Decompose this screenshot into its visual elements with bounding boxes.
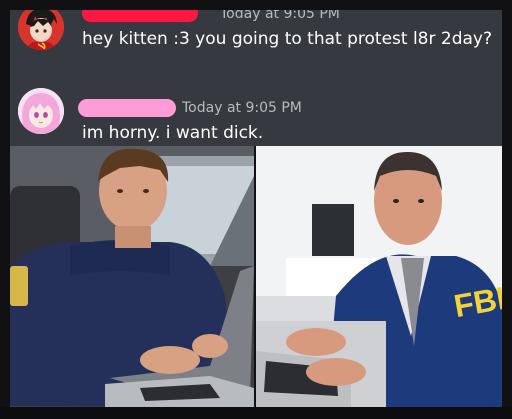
- fbi-jacket-text: FBI: [451, 279, 502, 325]
- chat-message: Today at 9:05 PM im horny. i want dick.: [10, 86, 502, 146]
- meme-frame: Today at 9:05 PM hey kitten :3 you going…: [0, 0, 512, 419]
- message-timestamp: Today at 9:05 PM: [182, 100, 302, 116]
- message-timestamp: Today at 9:05 PM: [220, 10, 340, 22]
- chat-message: Today at 9:05 PM hey kitten :3 you going…: [10, 10, 502, 70]
- message-text: im horny. i want dick.: [82, 123, 264, 143]
- bottom-border: [0, 407, 512, 419]
- anime-girl-avatar-icon: [18, 88, 64, 134]
- redacted-username: [82, 10, 198, 22]
- redacted-username: [78, 99, 176, 117]
- communist-avatar-icon: [18, 10, 64, 50]
- chat-screenshot: Today at 9:05 PM hey kitten :3 you going…: [10, 10, 502, 146]
- fbi-agent-laptop-photo: FBI: [256, 146, 502, 407]
- message-text: hey kitten :3 you going to that protest …: [82, 29, 493, 49]
- police-officer-laptop-photo: [10, 146, 254, 407]
